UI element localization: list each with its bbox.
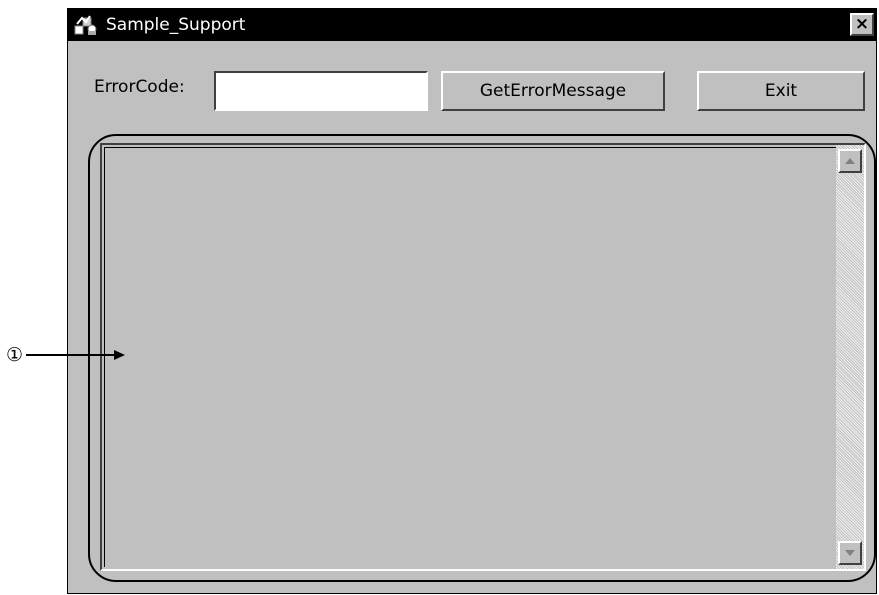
error-message-listbox[interactable] [100, 143, 866, 571]
scroll-down-arrow-icon [845, 550, 855, 556]
title-bar[interactable]: Sample_Support × [68, 9, 876, 41]
close-button[interactable]: × [850, 13, 874, 36]
screenshot-stage: Sample_Support × ErrorCode: GetErrorMess… [0, 0, 879, 595]
callout-label: ① [6, 344, 24, 366]
window-title: Sample_Support [106, 15, 246, 35]
exit-button[interactable]: Exit [697, 71, 865, 111]
app-icon [74, 15, 97, 35]
scroll-down-button[interactable] [838, 541, 862, 565]
close-icon: × [854, 14, 870, 34]
get-error-message-button[interactable]: GetErrorMessage [441, 71, 665, 111]
errorcode-label: ErrorCode: [94, 77, 185, 97]
errorcode-input[interactable] [214, 71, 428, 111]
scroll-up-button[interactable] [838, 149, 862, 173]
callout-arrow-icon [26, 350, 125, 360]
scroll-up-arrow-icon [845, 158, 855, 164]
sample-support-window: Sample_Support × ErrorCode: GetErrorMess… [67, 8, 877, 594]
listbox-content [104, 147, 862, 567]
vertical-scrollbar[interactable] [836, 145, 864, 569]
